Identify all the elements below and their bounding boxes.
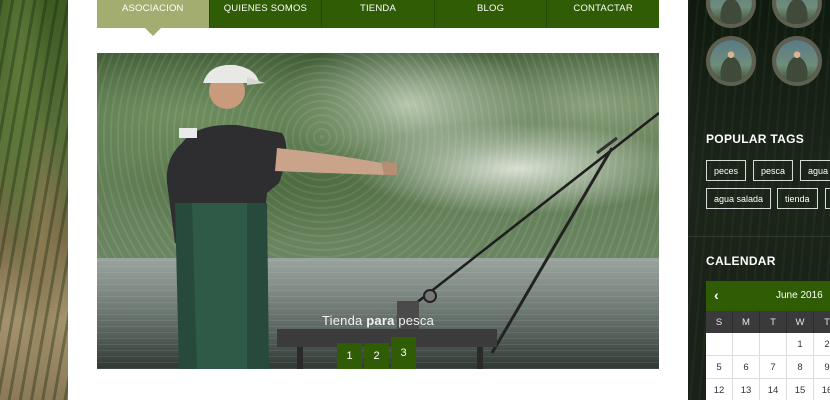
nav-item-label: CONTACTAR [573,2,633,14]
tag-pesca[interactable]: pesca [753,160,794,181]
calendar-day[interactable]: 2 [814,333,830,356]
calendar-day[interactable]: 9 [814,356,830,379]
forest-background [0,0,68,400]
calendar-day[interactable]: 12 [706,379,733,400]
calendar-header: ‹ June 2016 [706,281,830,311]
calendar-day[interactable] [733,333,760,356]
page-button-3[interactable]: 3 [391,337,416,369]
weekday-label: S [706,311,733,333]
chevron-left-icon[interactable]: ‹ [714,287,719,303]
calendar-heading: CALENDAR [706,254,776,268]
member-avatar[interactable] [772,0,822,28]
nav-item-label: BLOG [476,2,505,14]
weekday-label: T [760,311,787,333]
tag-partial[interactable] [825,188,830,209]
calendar-week: 1 2 [706,333,830,356]
calendar-widget: ‹ June 2016 S M T W T 1 2 5 6 7 8 9 12 1… [706,281,830,400]
weekday-label: W [787,311,814,333]
page-button-1[interactable]: 1 [337,343,362,369]
slide-caption: Tienda para pesca [97,313,659,328]
weekday-label: M [733,311,760,333]
sidebar-divider [688,236,830,237]
caption-bold-text: para [366,313,395,328]
calendar-day[interactable]: 7 [760,356,787,379]
caption-text: pesca [394,313,435,328]
right-sidebar: POPULAR TAGS peces pesca agua agua salad… [688,0,830,400]
main-content: ASOCIACION QUIENES SOMOS TIENDA BLOG CON… [68,0,688,400]
calendar-month: June 2016 [776,290,823,301]
calendar-day[interactable] [706,333,733,356]
calendar-day[interactable]: 8 [787,356,814,379]
main-nav: ASOCIACION QUIENES SOMOS TIENDA BLOG CON… [97,0,659,36]
calendar-day[interactable]: 5 [706,356,733,379]
nav-item-label: ASOCIACION [121,2,184,14]
slide-pager: 1 2 3 [337,337,416,369]
tag-peces[interactable]: peces [706,160,747,181]
calendar-day[interactable]: 16 [814,379,830,400]
member-avatar[interactable] [772,36,822,86]
calendar-week: 5 6 7 8 9 [706,356,830,379]
nav-item-contactar[interactable]: CONTACTAR [547,0,659,28]
calendar-day[interactable] [760,333,787,356]
calendar-weekdays: S M T W T [706,311,830,333]
nav-item-label: QUIENES SOMOS [223,2,308,14]
calendar-day[interactable]: 13 [733,379,760,400]
image-slider: Tienda para pesca 1 2 3 [97,53,659,369]
nav-item-label: TIENDA [359,2,396,14]
tag-tienda[interactable]: tienda [777,188,818,209]
nav-item-blog[interactable]: BLOG [435,0,548,28]
calendar-day[interactable]: 6 [733,356,760,379]
page-button-2[interactable]: 2 [364,343,389,369]
member-avatar[interactable] [706,0,756,28]
popular-tags-heading: POPULAR TAGS [706,132,805,146]
nav-item-asociacion[interactable]: ASOCIACION [97,0,210,36]
member-avatar[interactable] [706,36,756,86]
tag-agua[interactable]: agua [800,160,830,181]
caption-text: Tienda [321,313,367,328]
calendar-day[interactable]: 14 [760,379,787,400]
tag-agua-salada[interactable]: agua salada [706,188,772,209]
calendar-day[interactable]: 1 [787,333,814,356]
nav-item-quienes-somos[interactable]: QUIENES SOMOS [210,0,323,28]
nav-item-tienda[interactable]: TIENDA [322,0,435,28]
calendar-week: 12 13 14 15 16 [706,379,830,400]
weekday-label: T [814,311,830,333]
calendar-day[interactable]: 15 [787,379,814,400]
